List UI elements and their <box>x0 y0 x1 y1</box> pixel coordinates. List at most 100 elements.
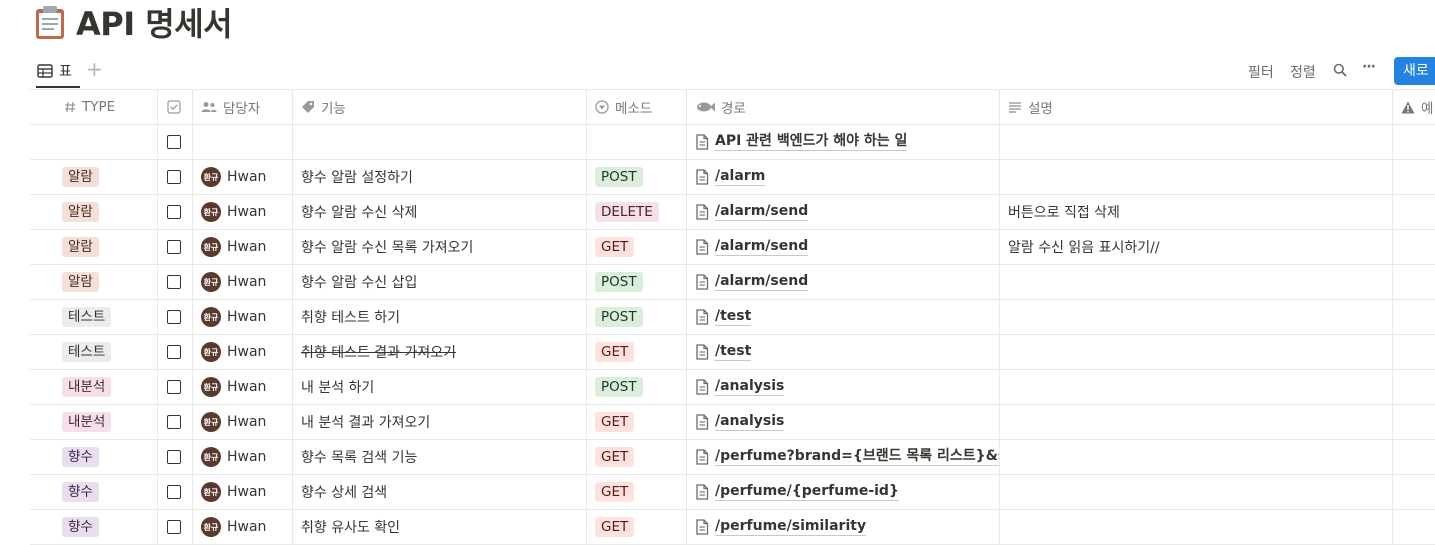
done-checkbox[interactable] <box>167 275 181 289</box>
cell-extra[interactable] <box>1393 475 1435 509</box>
cell-extra[interactable] <box>1393 160 1435 194</box>
table-row[interactable]: 내분석 환규 Hwan 내 분석 결과 가져오기 GET/analysis <box>30 405 1435 440</box>
cell-method[interactable]: POST <box>587 300 687 334</box>
cell-assignee[interactable]: 환규 Hwan <box>193 195 293 229</box>
table-row[interactable]: 향수 환규 Hwan 향수 목록 검색 기능 GET/perfume?brand={브랜… <box>30 440 1435 475</box>
cell-extra[interactable] <box>1393 230 1435 264</box>
cell-path[interactable]: API 관련 백엔드가 해야 하는 일 <box>687 125 1000 159</box>
cell-assignee[interactable]: 환규 Hwan <box>193 370 293 404</box>
cell-assignee[interactable]: 환규 Hwan <box>193 230 293 264</box>
cell-desc[interactable]: 알람 수신 읽음 표시하기// <box>1000 230 1393 264</box>
cell-extra[interactable] <box>1393 440 1435 474</box>
cell-method[interactable]: GET <box>587 510 687 544</box>
sort-button[interactable]: 정렬 <box>1290 62 1316 82</box>
cell-desc[interactable] <box>1000 475 1393 509</box>
done-checkbox[interactable] <box>167 170 181 184</box>
cell-assignee[interactable]: 환규 Hwan <box>193 265 293 299</box>
filter-button[interactable]: 필터 <box>1248 62 1274 82</box>
table-row[interactable]: 테스트 환규 Hwan 취향 테스트 하기 POST/test <box>30 300 1435 335</box>
path-link[interactable]: /alarm <box>715 168 766 186</box>
cell-extra[interactable] <box>1393 335 1435 369</box>
cell-feature[interactable]: 취향 유사도 확인 <box>293 510 587 544</box>
cell-feature[interactable]: 취향 테스트 결과 가져오기 <box>293 335 587 369</box>
cell-path[interactable]: /perfume/{perfume-id} <box>687 475 1000 509</box>
add-view-button[interactable]: + <box>86 57 103 81</box>
cell-feature[interactable]: 향수 상세 검색 <box>293 475 587 509</box>
cell-path[interactable]: /perfume?brand={브랜드 목록 리스트}&scen <box>687 440 1000 474</box>
cell-assignee[interactable]: 환규 Hwan <box>193 510 293 544</box>
cell-desc[interactable]: 버튼으로 직접 삭제 <box>1000 195 1393 229</box>
cell-method[interactable] <box>587 125 687 159</box>
cell-feature[interactable]: 향수 알람 설정하기 <box>293 160 587 194</box>
table-row[interactable]: 테스트 환규 Hwan 취향 테스트 결과 가져오기 GET/test <box>30 335 1435 370</box>
table-row[interactable]: 알람 환규 Hwan 향수 알람 설정하기 POST/alarm <box>30 160 1435 195</box>
path-link[interactable]: API 관련 백엔드가 해야 하는 일 <box>715 133 908 151</box>
cell-assignee[interactable]: 환규 Hwan <box>193 405 293 439</box>
path-link[interactable]: /perfume/{perfume-id} <box>715 483 899 501</box>
done-checkbox[interactable] <box>167 485 181 499</box>
cell-desc[interactable] <box>1000 265 1393 299</box>
cell-desc[interactable] <box>1000 405 1393 439</box>
search-icon[interactable] <box>1333 63 1347 77</box>
cell-type[interactable]: 향수 <box>30 475 158 509</box>
cell-extra[interactable] <box>1393 405 1435 439</box>
cell-extra[interactable] <box>1393 265 1435 299</box>
cell-method[interactable]: POST <box>587 370 687 404</box>
done-checkbox[interactable] <box>167 415 181 429</box>
done-checkbox[interactable] <box>167 345 181 359</box>
cell-desc[interactable] <box>1000 300 1393 334</box>
cell-desc[interactable] <box>1000 160 1393 194</box>
cell-type[interactable]: 알람 <box>30 195 158 229</box>
cell-type[interactable]: 테스트 <box>30 300 158 334</box>
cell-feature[interactable]: 향수 알람 수신 목록 가져오기 <box>293 230 587 264</box>
cell-method[interactable]: GET <box>587 405 687 439</box>
cell-path[interactable]: /test <box>687 300 1000 334</box>
cell-type[interactable]: 테스트 <box>30 335 158 369</box>
cell-type[interactable]: 향수 <box>30 440 158 474</box>
cell-path[interactable]: /test <box>687 335 1000 369</box>
table-row[interactable]: 알람 환규 Hwan 향수 알람 수신 목록 가져오기 GET/alarm/send 알람… <box>30 230 1435 265</box>
cell-path[interactable]: /alarm/send <box>687 230 1000 264</box>
cell-assignee[interactable]: 환규 Hwan <box>193 440 293 474</box>
cell-method[interactable]: POST <box>587 160 687 194</box>
column-header-path[interactable]: 경로 <box>687 90 1000 124</box>
cell-feature[interactable]: 내 분석 결과 가져오기 <box>293 405 587 439</box>
cell-method[interactable]: POST <box>587 265 687 299</box>
cell-extra[interactable] <box>1393 300 1435 334</box>
table-row[interactable]: 알람 환규 Hwan 향수 알람 수신 삭제 DELETE/alarm/send 버튼으로… <box>30 195 1435 230</box>
cell-feature[interactable]: 향수 목록 검색 기능 <box>293 440 587 474</box>
cell-desc[interactable] <box>1000 370 1393 404</box>
cell-assignee[interactable]: 환규 Hwan <box>193 300 293 334</box>
cell-extra[interactable] <box>1393 510 1435 544</box>
path-link[interactable]: /alarm/send <box>715 238 809 256</box>
table-row[interactable]: 내분석 환규 Hwan 내 분석 하기 POST/analysis <box>30 370 1435 405</box>
path-link[interactable]: /perfume?brand={브랜드 목록 리스트}&scen <box>715 448 999 466</box>
cell-extra[interactable] <box>1393 195 1435 229</box>
more-options-button[interactable]: ··· <box>1362 59 1376 75</box>
cell-extra[interactable] <box>1393 125 1435 159</box>
cell-method[interactable]: GET <box>587 475 687 509</box>
table-row[interactable]: 향수 환규 Hwan 향수 상세 검색 GET/perfume/{perfume-id} <box>30 475 1435 510</box>
done-checkbox[interactable] <box>167 520 181 534</box>
cell-path[interactable]: /alarm <box>687 160 1000 194</box>
path-link[interactable]: /alarm/send <box>715 203 809 221</box>
cell-feature[interactable]: 향수 알람 수신 삽입 <box>293 265 587 299</box>
column-header-done[interactable] <box>158 90 193 124</box>
column-header-method[interactable]: 메소드 <box>587 90 687 124</box>
cell-assignee[interactable]: 환규 Hwan <box>193 335 293 369</box>
path-link[interactable]: /analysis <box>715 413 785 431</box>
cell-type[interactable]: 내분석 <box>30 405 158 439</box>
path-link[interactable]: /perfume/similarity <box>715 518 867 536</box>
cell-path[interactable]: /alarm/send <box>687 265 1000 299</box>
done-checkbox[interactable] <box>167 240 181 254</box>
path-link[interactable]: /test <box>715 343 752 361</box>
path-link[interactable]: /analysis <box>715 378 785 396</box>
column-header-type[interactable]: TYPE <box>30 90 158 124</box>
column-header-desc[interactable]: 설명 <box>1000 90 1393 124</box>
cell-desc[interactable] <box>1000 335 1393 369</box>
done-checkbox[interactable] <box>167 135 181 149</box>
cell-feature[interactable] <box>293 125 587 159</box>
cell-type[interactable]: 알람 <box>30 160 158 194</box>
done-checkbox[interactable] <box>167 310 181 324</box>
column-header-feature[interactable]: 기능 <box>293 90 587 124</box>
